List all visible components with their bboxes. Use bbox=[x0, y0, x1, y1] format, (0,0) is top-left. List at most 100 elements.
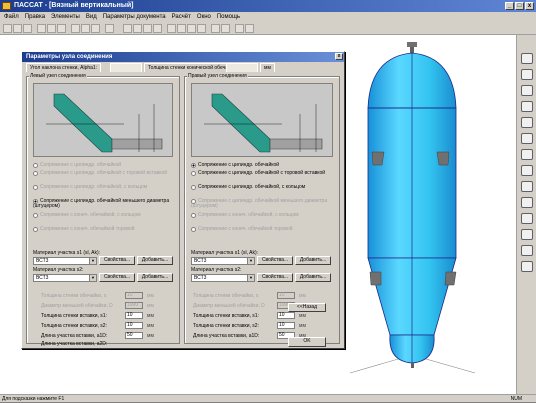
minimize-button[interactable]: _ bbox=[505, 2, 514, 10]
flange-icon[interactable] bbox=[521, 149, 533, 160]
menu-doc-params[interactable]: Параметры документа bbox=[103, 12, 166, 22]
cone-shell-icon[interactable] bbox=[521, 69, 533, 80]
elliptic-head-icon[interactable] bbox=[521, 85, 533, 96]
menu-help[interactable]: Помощь bbox=[217, 12, 240, 22]
menu-elements[interactable]: Элементы bbox=[51, 12, 80, 22]
left-radio-cone-torus[interactable]: Сопряжение с конич. обечайкой торовой bbox=[33, 227, 173, 232]
right-material-s1-select[interactable]: ВСТ3 ▼ bbox=[191, 257, 255, 265]
right-field-input[interactable]: 10 bbox=[277, 322, 295, 329]
left-radio-cone-ring[interactable]: Сопряжение с конич. обечайкой, с кольцом bbox=[33, 213, 173, 218]
right-field-label: Толщина стенки вставки, s2: bbox=[193, 323, 259, 329]
right-field-label: Диаметр меньшей обечайки, D bbox=[193, 303, 265, 309]
save-icon[interactable] bbox=[23, 24, 32, 33]
left-radio-cyl-ring[interactable]: Сопряжение с цилиндр. обечайкой, с кольц… bbox=[33, 185, 173, 190]
jacket-icon[interactable] bbox=[521, 213, 533, 224]
right-material-s2-select[interactable]: ВСТ3 ▼ bbox=[191, 274, 255, 282]
cylinder-shell-icon[interactable] bbox=[521, 53, 533, 64]
help-icon[interactable] bbox=[105, 24, 114, 33]
right-radio-cyl-nozzle[interactable]: Сопряжение с цилиндр. обечайкой меньшего… bbox=[191, 199, 331, 209]
ring-icon[interactable] bbox=[521, 229, 533, 240]
back-button[interactable]: <<Назад bbox=[288, 303, 326, 312]
support-icon[interactable] bbox=[521, 181, 533, 192]
left-material-s2-props-button[interactable]: Свойства... bbox=[99, 273, 135, 282]
left-joint-group: Левый узел соединения Сопряжение с цилин… bbox=[26, 73, 180, 347]
cut-icon[interactable] bbox=[37, 24, 46, 33]
left-field-input[interactable]: 50 bbox=[125, 332, 143, 339]
right-field-input[interactable]: 10 bbox=[277, 312, 295, 319]
left-joint-diagram bbox=[33, 83, 173, 157]
right-radio-cone-ring[interactable]: Сопряжение с конич. обечайкой, с кольцом bbox=[191, 213, 331, 218]
redo-icon[interactable] bbox=[91, 24, 100, 33]
pan-icon[interactable] bbox=[153, 24, 162, 33]
left-field-input[interactable]: 10 bbox=[125, 312, 143, 319]
left-radio-cyl-nozzle[interactable]: Сопряжение с цилиндр. обечайкой меньшего… bbox=[33, 199, 173, 209]
left-material-s1-add-button[interactable]: Добавить... bbox=[137, 256, 173, 265]
right-field-input[interactable]: 10 bbox=[277, 292, 295, 299]
flat-head-icon[interactable] bbox=[521, 133, 533, 144]
dialog-close-button[interactable]: x bbox=[335, 53, 343, 60]
new-icon[interactable] bbox=[3, 24, 12, 33]
right-material-s2-add-button[interactable]: Добавить... bbox=[295, 273, 331, 282]
right-material-s1-label: Материал участка s1 (sl, Ak): bbox=[191, 250, 259, 256]
view-top-icon[interactable] bbox=[197, 24, 206, 33]
left-radio-cyl[interactable]: Сопряжение с цилиндр. обечайкой bbox=[33, 163, 121, 168]
tab-blank-1[interactable] bbox=[110, 63, 142, 72]
rotate-icon[interactable] bbox=[167, 24, 176, 33]
print-icon[interactable] bbox=[71, 24, 80, 33]
open-icon[interactable] bbox=[13, 24, 22, 33]
left-material-s1-props-button[interactable]: Свойства... bbox=[99, 256, 135, 265]
chevron-down-icon: ▼ bbox=[247, 275, 254, 281]
ok-button[interactable]: OK bbox=[288, 337, 326, 347]
right-material-s1-add-button[interactable]: Добавить... bbox=[295, 256, 331, 265]
nozzle-icon[interactable] bbox=[521, 165, 533, 176]
dialog-title: Параметры узла соединения x bbox=[22, 52, 344, 62]
zoom-out-icon[interactable] bbox=[133, 24, 142, 33]
zoom-in-icon[interactable] bbox=[123, 24, 132, 33]
left-material-s2-add-button[interactable]: Добавить... bbox=[137, 273, 173, 282]
top-nozzle-pipe bbox=[410, 47, 414, 53]
menu-bar: Файл Правка Элементы Вид Параметры докум… bbox=[0, 12, 536, 22]
right-material-s2-props-button[interactable]: Свойства... bbox=[257, 273, 293, 282]
right-radio-cyl[interactable]: Сопряжение с цилиндр. обечайкой bbox=[191, 163, 279, 168]
left-field-unit: мм bbox=[147, 323, 154, 329]
render-icon[interactable] bbox=[211, 24, 220, 33]
left-material-s1-select[interactable]: ВСТ3 ▼ bbox=[33, 257, 97, 265]
right-joint-diagram bbox=[191, 83, 333, 157]
left-radio-cyl-torus[interactable]: Сопряжение с цилиндр. обечайкой с торово… bbox=[33, 171, 173, 176]
wireframe-icon[interactable] bbox=[221, 24, 230, 33]
torispheric-head-icon[interactable] bbox=[521, 117, 533, 128]
close-window-button[interactable]: x bbox=[525, 2, 534, 10]
view-front-icon[interactable] bbox=[177, 24, 186, 33]
maximize-button[interactable]: □ bbox=[515, 2, 524, 10]
left-material-s2-select[interactable]: ВСТ3 ▼ bbox=[33, 274, 97, 282]
menu-calc[interactable]: Расчёт bbox=[172, 12, 191, 22]
zoom-fit-icon[interactable] bbox=[143, 24, 152, 33]
report-icon[interactable] bbox=[245, 24, 254, 33]
menu-file[interactable]: Файл bbox=[4, 12, 19, 22]
tab-blank-2[interactable] bbox=[226, 63, 258, 72]
tab-unit[interactable]: мм bbox=[260, 63, 275, 72]
lug-icon[interactable] bbox=[521, 245, 533, 256]
skirt-icon[interactable] bbox=[521, 261, 533, 272]
tab-alpha[interactable]: Угол наклона стенки, Alpha1: bbox=[26, 63, 102, 72]
menu-view[interactable]: Вид bbox=[86, 12, 97, 22]
hemispheric-head-icon[interactable] bbox=[521, 101, 533, 112]
right-radio-cyl-ring[interactable]: Сопряжение с цилиндр. обечайкой, с кольц… bbox=[191, 185, 331, 190]
right-field-unit: мм bbox=[299, 323, 306, 329]
saddle-icon[interactable] bbox=[521, 197, 533, 208]
right-radio-cone-torus[interactable]: Сопряжение с конич. обечайкой торовой bbox=[191, 227, 331, 232]
left-field-unit: мм bbox=[147, 313, 154, 319]
left-field-input[interactable]: 1000 bbox=[125, 302, 143, 309]
menu-window[interactable]: Окно bbox=[197, 12, 211, 22]
undo-icon[interactable] bbox=[81, 24, 90, 33]
copy-icon[interactable] bbox=[47, 24, 56, 33]
paste-icon[interactable] bbox=[57, 24, 66, 33]
menu-edit[interactable]: Правка bbox=[25, 12, 45, 22]
left-group-label: Левый узел соединения bbox=[29, 73, 87, 79]
right-material-s1-props-button[interactable]: Свойства... bbox=[257, 256, 293, 265]
left-field-input[interactable]: 10 bbox=[125, 322, 143, 329]
calc-icon[interactable] bbox=[235, 24, 244, 33]
right-radio-cyl-torus[interactable]: Сопряжение с цилиндр. обечайкой с торово… bbox=[191, 171, 331, 176]
view-side-icon[interactable] bbox=[187, 24, 196, 33]
left-field-input[interactable]: 10 bbox=[125, 292, 143, 299]
